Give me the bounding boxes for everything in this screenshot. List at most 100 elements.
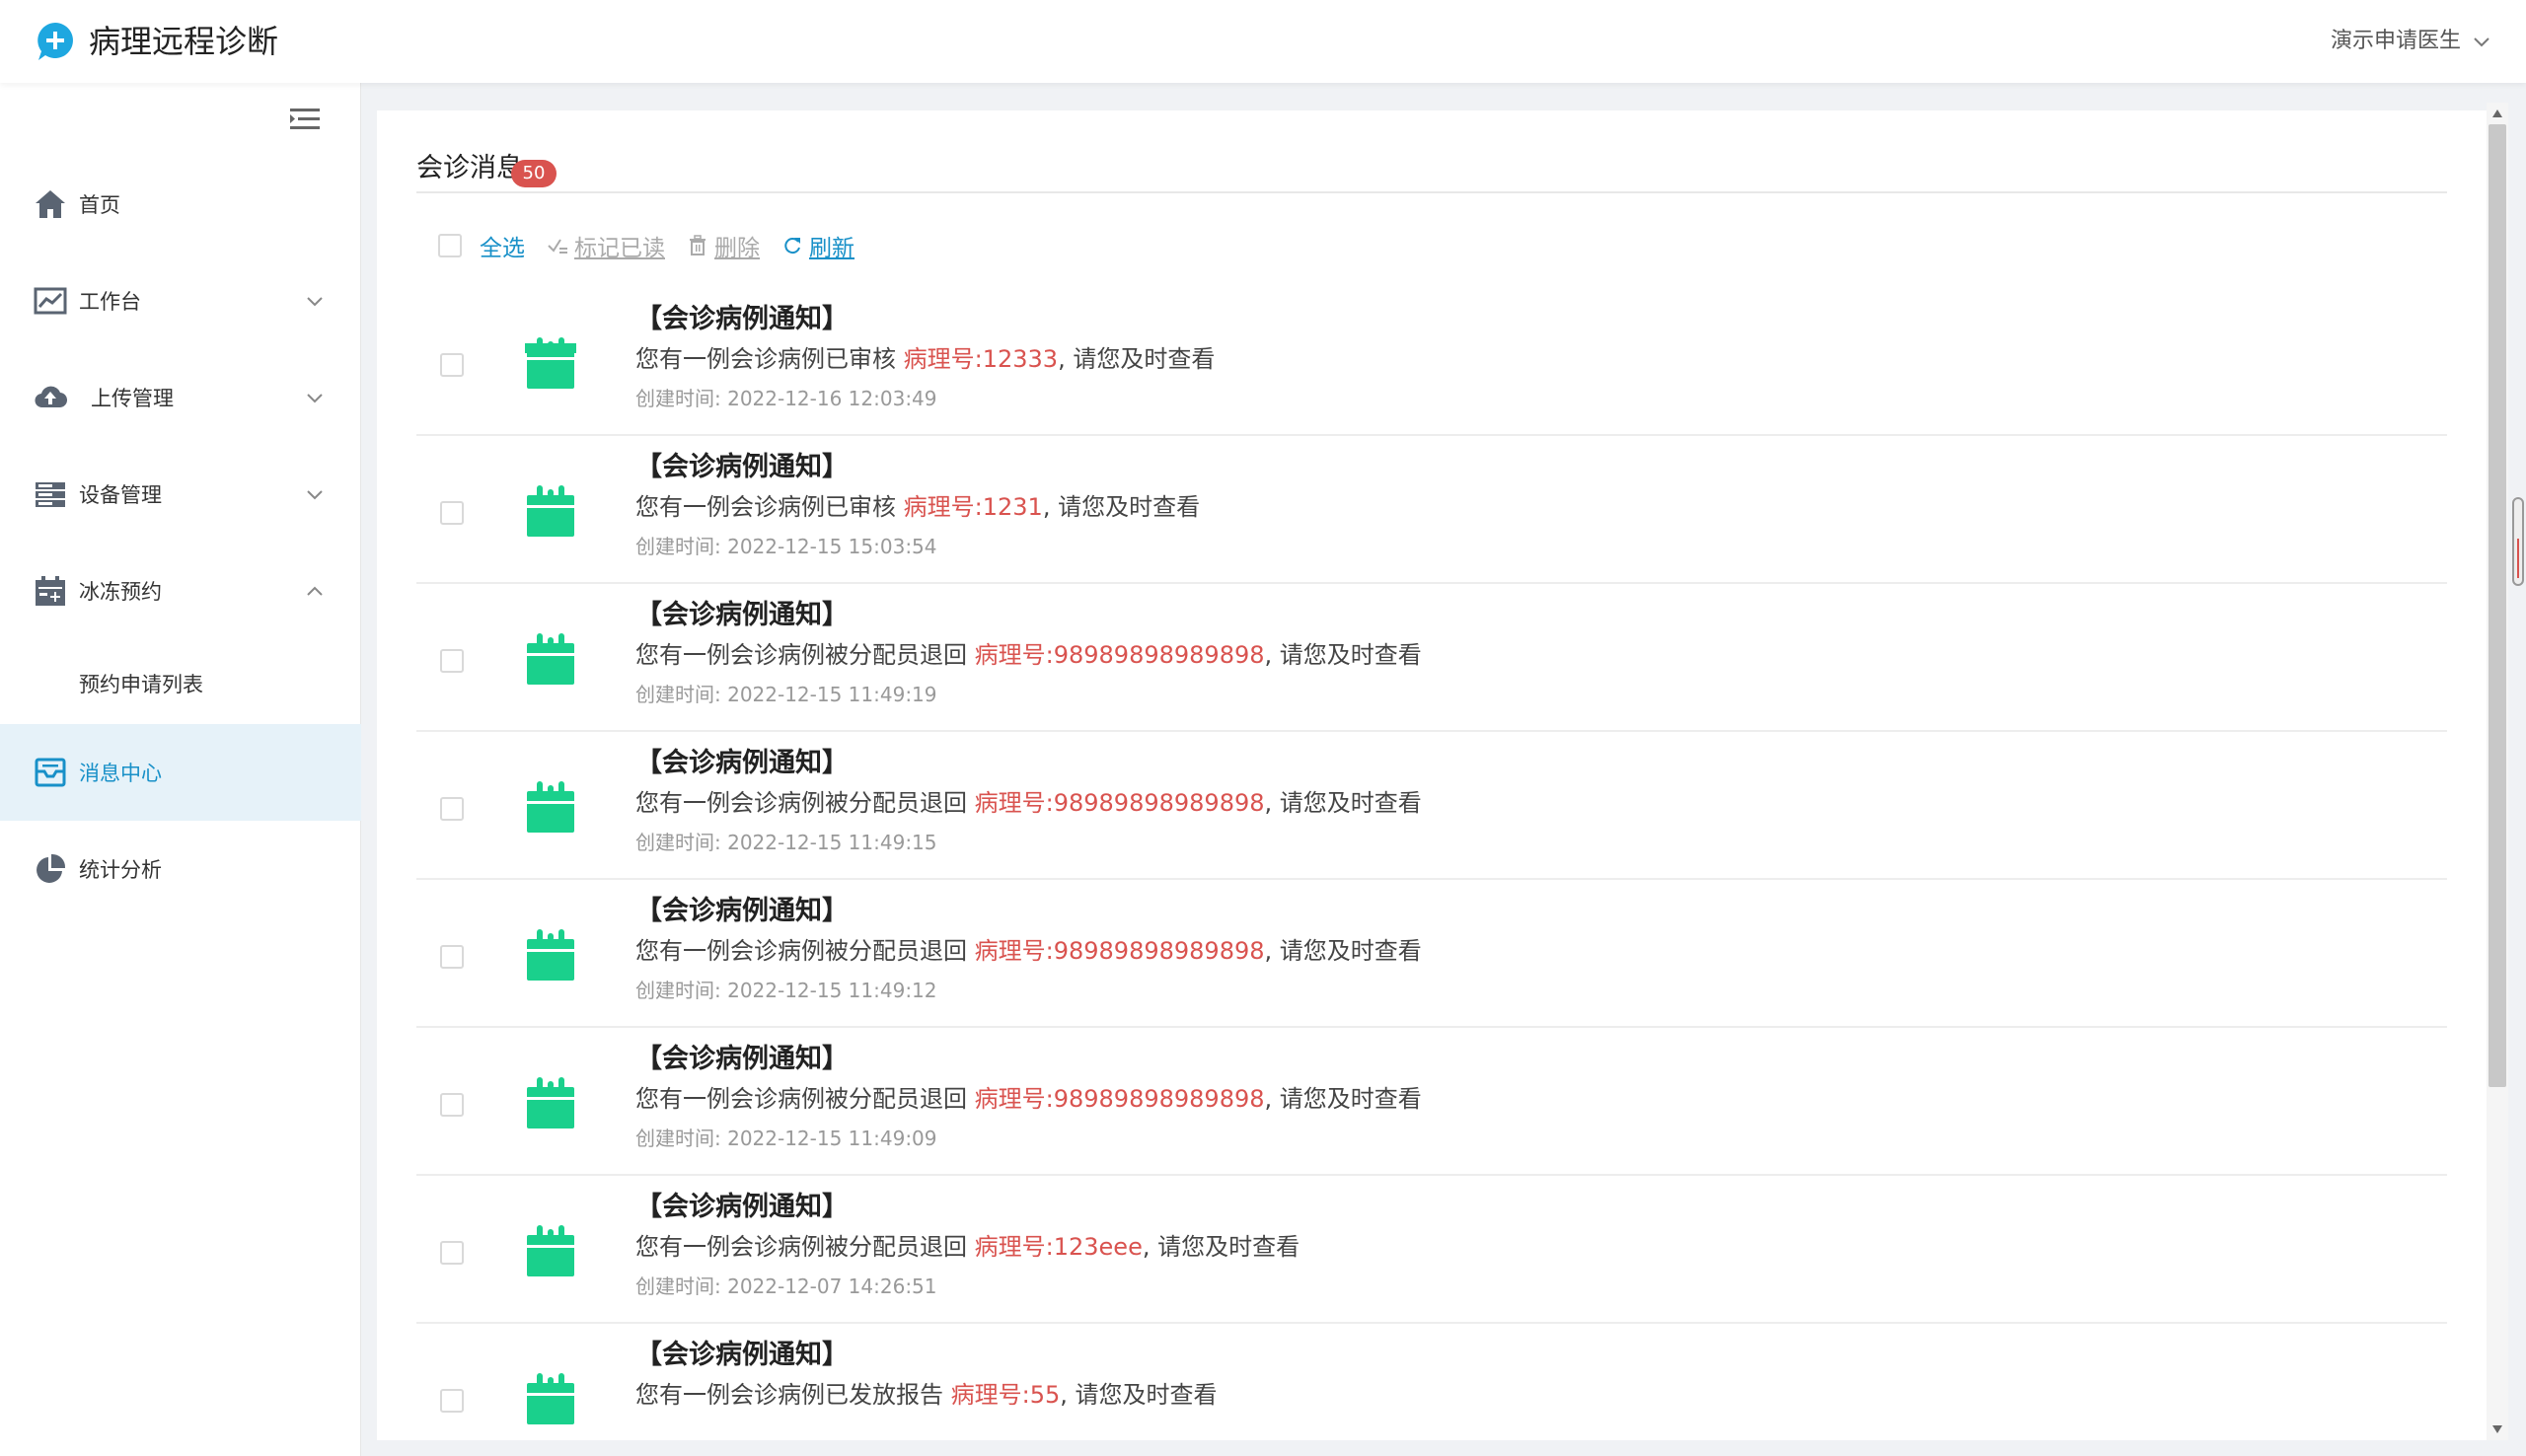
message-checkbox[interactable] bbox=[440, 353, 464, 377]
sidebar-item-upload[interactable]: 上传管理 bbox=[0, 349, 361, 446]
user-menu[interactable]: 演示申请医生 bbox=[2331, 24, 2490, 59]
calendar-icon bbox=[527, 1077, 574, 1128]
message-title: 【会诊病例通知】 bbox=[635, 1192, 849, 1222]
sidebar-item-message-center[interactable]: 消息中心 bbox=[0, 724, 361, 821]
message-title: 【会诊病例通知】 bbox=[635, 600, 849, 630]
refresh-button[interactable]: 刷新 bbox=[781, 229, 854, 262]
message-text: 您有一例会诊病例被分配员退回 bbox=[635, 1233, 975, 1261]
sidebar: 首页 工作台 上传管理 设备管理 冰冻预约 预约申请列表 消息中心 统计分析 bbox=[0, 83, 361, 1456]
message-row[interactable]: 【会诊病例通知】 您有一例会诊病例已审核 病理号:1231, 请您及时查看 创建… bbox=[416, 436, 2447, 584]
message-checkbox[interactable] bbox=[440, 1093, 464, 1117]
message-checkbox[interactable] bbox=[440, 501, 464, 525]
message-row[interactable]: 【会诊病例通知】 您有一例会诊病例被分配员退回 病理号:989898989898… bbox=[416, 880, 2447, 1028]
case-number-link[interactable]: 病理号:12333 bbox=[904, 345, 1058, 373]
message-checkbox[interactable] bbox=[440, 649, 464, 673]
case-number-link[interactable]: 病理号:1231 bbox=[904, 493, 1043, 521]
message-text: 您有一例会诊病例已审核 bbox=[635, 493, 904, 521]
sidebar-item-device[interactable]: 设备管理 bbox=[0, 446, 361, 543]
message-text: , 请您及时查看 bbox=[1264, 789, 1422, 817]
trash-icon bbox=[690, 235, 706, 255]
message-checkbox[interactable] bbox=[440, 1241, 464, 1265]
sidebar-item-booking-list[interactable]: 预约申请列表 bbox=[0, 635, 361, 732]
message-time: 创建时间: 2022-12-15 11:49:15 bbox=[635, 831, 937, 854]
app-title: 病理远程诊断 bbox=[89, 23, 279, 60]
select-all-button[interactable]: 全选 bbox=[480, 229, 525, 262]
message-row[interactable]: 【会诊病例通知】 您有一例会诊病例被分配员退回 病理号:989898989898… bbox=[416, 1028, 2447, 1176]
message-time: 创建时间: 2022-12-15 11:49:09 bbox=[635, 1127, 937, 1150]
message-time: 创建时间: 2022-12-15 15:03:54 bbox=[635, 535, 937, 558]
mark-read-label: 标记已读 bbox=[574, 236, 665, 261]
message-text: , 请您及时查看 bbox=[1264, 937, 1422, 965]
message-body: 您有一例会诊病例已审核 病理号:12333, 请您及时查看 bbox=[635, 341, 1215, 377]
calendar-plus-icon bbox=[36, 576, 65, 606]
sidebar-item-statistics[interactable]: 统计分析 bbox=[0, 821, 361, 917]
message-title: 【会诊病例通知】 bbox=[635, 452, 849, 482]
message-text: 您有一例会诊病例被分配员退回 bbox=[635, 937, 975, 965]
case-number-link[interactable]: 病理号:98989898989898 bbox=[975, 1085, 1265, 1113]
calendar-icon bbox=[527, 1225, 574, 1276]
message-time: 创建时间: 2022-12-15 11:49:19 bbox=[635, 683, 937, 706]
scroll-down-arrow-icon[interactable] bbox=[2491, 1424, 2503, 1434]
message-row[interactable]: 【会诊病例通知】 您有一例会诊病例已发放报告 病理号:55, 请您及时查看 bbox=[416, 1324, 2447, 1440]
chevron-down-icon bbox=[307, 394, 323, 403]
delete-label: 删除 bbox=[714, 236, 760, 261]
select-all-checkbox[interactable] bbox=[438, 234, 462, 257]
title-divider bbox=[416, 191, 2447, 193]
delete-button[interactable]: 删除 bbox=[687, 229, 760, 262]
case-number-link[interactable]: 病理号:123eee bbox=[975, 1233, 1143, 1261]
sidebar-item-label: 冰冻预约 bbox=[79, 580, 162, 604]
sidebar-item-label: 消息中心 bbox=[79, 762, 162, 785]
message-text: 您有一例会诊病例被分配员退回 bbox=[635, 1085, 975, 1113]
content-scrollbar[interactable] bbox=[2487, 103, 2508, 1440]
chart-line-icon bbox=[34, 287, 67, 315]
message-row[interactable]: 【会诊病例通知】 您有一例会诊病例已审核 病理号:12333, 请您及时查看 创… bbox=[416, 288, 2447, 436]
sidebar-item-frozen-booking[interactable]: 冰冻预约 bbox=[0, 543, 361, 639]
top-header: 病理远程诊断 演示申请医生 bbox=[0, 0, 2526, 83]
sidebar-item-home[interactable]: 首页 bbox=[0, 156, 361, 253]
sidebar-item-label: 工作台 bbox=[79, 290, 141, 314]
message-text: , 请您及时查看 bbox=[1058, 345, 1216, 373]
mark-read-button[interactable]: 标记已读 bbox=[547, 229, 665, 262]
case-number-link[interactable]: 病理号:98989898989898 bbox=[975, 937, 1265, 965]
sidebar-item-label: 设备管理 bbox=[79, 483, 162, 507]
message-text: 您有一例会诊病例已审核 bbox=[635, 345, 904, 373]
page-scroll-thumb[interactable] bbox=[2512, 497, 2524, 586]
case-number-link[interactable]: 病理号:98989898989898 bbox=[975, 789, 1265, 817]
chevron-up-icon bbox=[307, 586, 323, 596]
scroll-thumb[interactable] bbox=[2489, 124, 2506, 1087]
message-body: 您有一例会诊病例被分配员退回 病理号:98989898989898, 请您及时查… bbox=[635, 933, 1422, 969]
message-body: 您有一例会诊病例被分配员退回 病理号:123eee, 请您及时查看 bbox=[635, 1229, 1300, 1265]
home-icon bbox=[36, 190, 65, 218]
message-time: 创建时间: 2022-12-07 14:26:51 bbox=[635, 1274, 937, 1298]
message-row[interactable]: 【会诊病例通知】 您有一例会诊病例被分配员退回 病理号:989898989898… bbox=[416, 732, 2447, 880]
sidebar-item-workbench[interactable]: 工作台 bbox=[0, 253, 361, 349]
calendar-icon bbox=[527, 929, 574, 981]
refresh-icon bbox=[784, 238, 800, 255]
scroll-up-arrow-icon[interactable] bbox=[2491, 109, 2503, 118]
message-text: , 请您及时查看 bbox=[1264, 1085, 1422, 1113]
message-checkbox[interactable] bbox=[440, 1389, 464, 1413]
message-title: 【会诊病例通知】 bbox=[635, 304, 849, 334]
message-checkbox[interactable] bbox=[440, 945, 464, 969]
sidebar-item-label: 预约申请列表 bbox=[79, 673, 203, 696]
message-title: 【会诊病例通知】 bbox=[635, 896, 849, 926]
user-name: 演示申请医生 bbox=[2330, 29, 2461, 53]
message-row[interactable]: 【会诊病例通知】 您有一例会诊病例被分配员退回 病理号:989898989898… bbox=[416, 584, 2447, 732]
message-text: , 请您及时查看 bbox=[1060, 1381, 1218, 1409]
calendar-icon bbox=[525, 337, 576, 389]
message-list: 【会诊病例通知】 您有一例会诊病例已审核 病理号:12333, 请您及时查看 创… bbox=[416, 288, 2447, 1440]
check-mark-icon bbox=[548, 239, 567, 254]
chevron-down-icon bbox=[307, 297, 323, 307]
case-number-link[interactable]: 病理号:55 bbox=[951, 1381, 1061, 1409]
message-title: 【会诊病例通知】 bbox=[635, 748, 849, 778]
chevron-down-icon bbox=[307, 490, 323, 500]
device-list-icon bbox=[36, 482, 65, 507]
message-title: 【会诊病例通知】 bbox=[635, 1340, 849, 1370]
message-row[interactable]: 【会诊病例通知】 您有一例会诊病例被分配员退回 病理号:123eee, 请您及时… bbox=[416, 1176, 2447, 1324]
case-number-link[interactable]: 病理号:98989898989898 bbox=[975, 641, 1265, 669]
message-checkbox[interactable] bbox=[440, 797, 464, 821]
message-body: 您有一例会诊病例被分配员退回 病理号:98989898989898, 请您及时查… bbox=[635, 637, 1422, 673]
message-body: 您有一例会诊病例已发放报告 病理号:55, 请您及时查看 bbox=[635, 1377, 1218, 1413]
menu-collapse-icon[interactable] bbox=[288, 103, 322, 136]
page-title-wrap: 会诊消息 50 bbox=[416, 146, 557, 191]
